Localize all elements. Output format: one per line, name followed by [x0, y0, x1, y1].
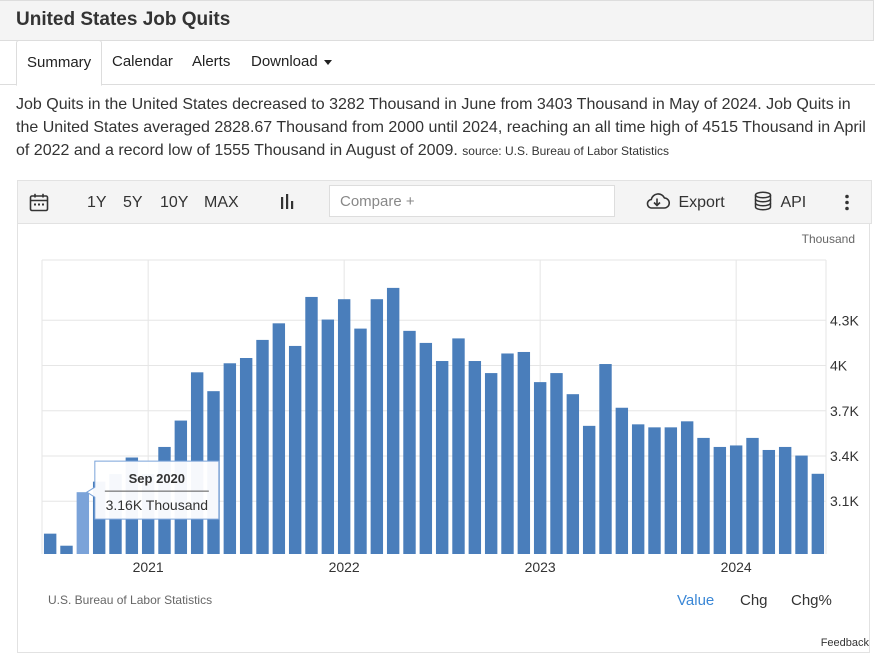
view-chg-pct-button[interactable]: Chg%: [791, 592, 832, 609]
bar-chart-icon[interactable]: [279, 193, 295, 211]
bar[interactable]: [288, 345, 302, 554]
y-tick-label: 3.4K: [830, 448, 859, 464]
bar[interactable]: [354, 328, 367, 554]
api-button[interactable]: API: [754, 181, 806, 223]
bar[interactable]: [778, 446, 792, 554]
tab-calendar[interactable]: Calendar: [112, 40, 173, 84]
range-1y-button[interactable]: 1Y: [87, 181, 107, 223]
y-tick-label: 4K: [830, 358, 848, 374]
bar[interactable]: [680, 421, 694, 554]
cloud-download-icon: [646, 193, 671, 209]
tab-download-label: Download: [251, 53, 318, 70]
bar[interactable]: [76, 492, 90, 554]
header-bar: United States Job Quits: [0, 0, 874, 41]
x-tick-label: 2023: [525, 559, 556, 575]
bar[interactable]: [305, 296, 318, 554]
chart-attribution: U.S. Bureau of Labor Statistics: [48, 593, 213, 607]
page-title: United States Job Quits: [16, 9, 231, 30]
api-label: API: [780, 194, 807, 211]
bar[interactable]: [517, 351, 531, 554]
bar[interactable]: [337, 299, 351, 554]
bar[interactable]: [256, 339, 269, 554]
source-text: source: U.S. Bureau of Labor Statistics: [462, 144, 670, 158]
bar[interactable]: [452, 338, 465, 554]
bar[interactable]: [664, 427, 678, 554]
bar[interactable]: [419, 342, 433, 554]
description-text: Job Quits in the United States decreased…: [16, 96, 866, 159]
x-tick-label: 2021: [133, 559, 164, 575]
bar[interactable]: [60, 545, 73, 554]
view-value-button[interactable]: Value: [677, 592, 714, 609]
more-options-icon[interactable]: [844, 194, 850, 212]
tab-summary-label: Summary: [27, 54, 92, 71]
bar[interactable]: [811, 473, 825, 554]
bar[interactable]: [43, 533, 57, 554]
bar[interactable]: [223, 363, 237, 554]
tooltip-value: 3.16K Thousand: [106, 497, 209, 513]
bar[interactable]: [272, 323, 286, 554]
tooltip-date: Sep 2020: [129, 471, 185, 486]
bar-chart: 3.1K 3.4K 3.7K 4K 4.3K 2021 2022 2023 2024 Sep 2…: [41, 259, 859, 575]
bar[interactable]: [582, 425, 596, 554]
calendar-icon[interactable]: [29, 193, 49, 213]
export-label: Export: [678, 194, 725, 211]
bar[interactable]: [697, 437, 710, 554]
view-chg-button[interactable]: Chg: [740, 592, 768, 609]
bar[interactable]: [648, 427, 661, 554]
export-button[interactable]: Export: [644, 181, 725, 223]
bar[interactable]: [501, 353, 514, 554]
bar[interactable]: [484, 373, 498, 554]
range-max-button[interactable]: MAX: [204, 181, 239, 223]
bar[interactable]: [746, 437, 759, 554]
caret-down-icon: [323, 59, 332, 65]
x-tick-label: 2022: [329, 559, 360, 575]
bar[interactable]: [533, 382, 547, 554]
description: Job Quits in the United States decreased…: [16, 93, 872, 163]
bar[interactable]: [386, 287, 400, 554]
x-tick-label: 2024: [721, 559, 752, 575]
tab-calendar-label: Calendar: [112, 53, 173, 70]
bar[interactable]: [468, 361, 482, 554]
bar[interactable]: [435, 361, 449, 554]
y-tick-label: 3.7K: [830, 403, 859, 419]
range-5y-button[interactable]: 5Y: [123, 181, 143, 223]
bar[interactable]: [566, 394, 580, 554]
bar[interactable]: [403, 330, 416, 554]
compare-input[interactable]: [329, 185, 615, 217]
bar[interactable]: [729, 445, 743, 554]
bar[interactable]: [795, 455, 808, 554]
database-icon: [754, 191, 772, 211]
bar[interactable]: [631, 424, 645, 554]
tab-bar: Summary Calendar Alerts Download: [0, 40, 875, 86]
tab-alerts-label: Alerts: [192, 53, 231, 70]
tab-alerts[interactable]: Alerts: [192, 40, 230, 84]
chart-panel: Thousand 3.1K 3.4K 3.7K 4K 4.3K 2021 2022 2023 2…: [17, 223, 870, 653]
feedback-link[interactable]: Feedback: [821, 637, 869, 649]
bar[interactable]: [762, 449, 776, 554]
range-10y-button[interactable]: 10Y: [160, 181, 188, 223]
bar[interactable]: [550, 373, 563, 554]
tab-download[interactable]: Download: [251, 40, 332, 84]
bar[interactable]: [615, 407, 629, 554]
chart-toolbar: 1Y 5Y 10Y MAX Export API: [17, 180, 872, 224]
bar[interactable]: [713, 446, 727, 554]
tab-summary[interactable]: Summary: [16, 40, 103, 86]
y-tick-label: 3.1K: [830, 493, 859, 509]
bar[interactable]: [599, 364, 612, 554]
bar[interactable]: [370, 299, 384, 554]
y-tick-label: 4.3K: [830, 312, 859, 328]
bar[interactable]: [321, 319, 335, 554]
bar[interactable]: [239, 358, 253, 554]
